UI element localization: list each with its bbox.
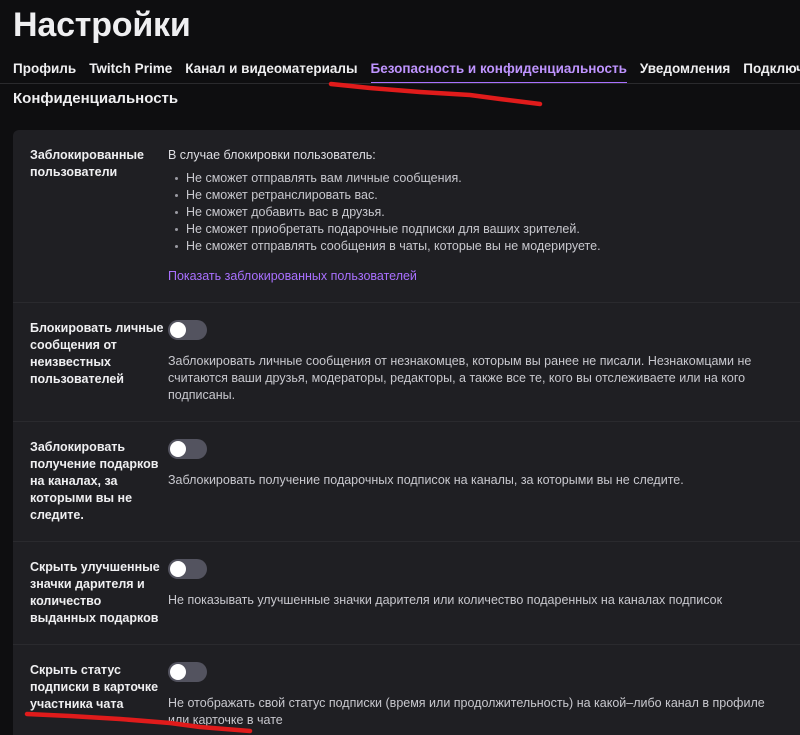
- tab-5[interactable]: Подключения: [743, 56, 800, 83]
- section-heading-privacy: Конфиденциальность: [13, 90, 179, 107]
- row-label-hide-sub-status: Скрыть статус подписки в карточке участн…: [30, 663, 159, 711]
- toggle-block-gifts[interactable]: [168, 439, 207, 459]
- blocked-users-intro: В случае блокировки пользователь:: [168, 148, 376, 162]
- blocked-users-bullet-list: Не сможет отправлять вам личные сообщени…: [168, 170, 783, 255]
- row-description-hide-gifter-badges: Не показывать улучшенные значки дарителя…: [168, 593, 723, 607]
- tab-4[interactable]: Уведомления: [640, 56, 730, 83]
- row-body-hide-sub-status: Не отображать свой статус подписки (врем…: [168, 662, 800, 729]
- settings-row-block-whispers: Блокировать личные сообщения от неизвест…: [13, 303, 800, 422]
- settings-row-blocked-users: Заблокированные пользователи В случае бло…: [13, 130, 800, 303]
- row-label-hide-gifter-badges: Скрыть улучшенные значки дарителя и коли…: [30, 560, 160, 625]
- row-description-block-whispers: Заблокировать личные сообщения от незнак…: [168, 354, 752, 402]
- row-body-blocked-users: В случае блокировки пользователь: Не смож…: [168, 147, 800, 285]
- list-item: Не сможет ретранслировать вас.: [175, 187, 783, 204]
- row-label-blocked-users: Заблокированные пользователи: [30, 148, 145, 179]
- settings-row-hide-sub-status: Скрыть статус подписки в карточке участн…: [13, 645, 800, 735]
- row-label-block-whispers: Блокировать личные сообщения от неизвест…: [30, 321, 164, 386]
- toggle-knob: [170, 322, 186, 338]
- settings-row-block-gifts: Заблокировать получение подарков на кана…: [13, 422, 800, 542]
- row-body-block-gifts: Заблокировать получение подарочных подпи…: [168, 439, 800, 489]
- toggle-knob: [170, 664, 186, 680]
- toggle-hide-gifter-badges[interactable]: [168, 559, 207, 579]
- toggle-hide-sub-status[interactable]: [168, 662, 207, 682]
- row-body-block-whispers: Заблокировать личные сообщения от незнак…: [168, 320, 800, 404]
- settings-row-hide-gifter-badges: Скрыть улучшенные значки дарителя и коли…: [13, 542, 800, 645]
- tab-0[interactable]: Профиль: [13, 56, 76, 83]
- row-label-block-gifts: Заблокировать получение подарков на кана…: [30, 440, 159, 522]
- show-blocked-users-link[interactable]: Показать заблокированных пользователей: [168, 268, 417, 285]
- list-item: Не сможет приобретать подарочные подписк…: [175, 221, 783, 238]
- row-description-block-gifts: Заблокировать получение подарочных подпи…: [168, 473, 684, 487]
- toggle-knob: [170, 561, 186, 577]
- tab-1[interactable]: Twitch Prime: [89, 56, 172, 83]
- list-item: Не сможет добавить вас в друзья.: [175, 204, 783, 221]
- annotation-underline-active-tab: [328, 81, 543, 107]
- tab-2[interactable]: Канал и видеоматериалы: [185, 56, 357, 83]
- toggle-knob: [170, 441, 186, 457]
- row-body-hide-gifter-badges: Не показывать улучшенные значки дарителя…: [168, 559, 800, 609]
- toggle-block-whispers[interactable]: [168, 320, 207, 340]
- row-description-hide-sub-status: Не отображать свой статус подписки (врем…: [168, 696, 765, 727]
- page-title: Настройки: [13, 6, 191, 44]
- privacy-settings-card: Заблокированные пользователи В случае бло…: [13, 130, 800, 735]
- settings-page: Настройки Профиль Twitch Prime Канал и вид…: [0, 0, 800, 735]
- settings-tabbar: Профиль Twitch Prime Канал и видеоматериал…: [0, 56, 800, 84]
- list-item: Не сможет отправлять вам личные сообщени…: [175, 170, 783, 187]
- tab-3[interactable]: Безопасность и конфиденциальность: [370, 56, 627, 83]
- list-item: Не сможет отправлять сообщения в чаты, к…: [175, 238, 783, 255]
